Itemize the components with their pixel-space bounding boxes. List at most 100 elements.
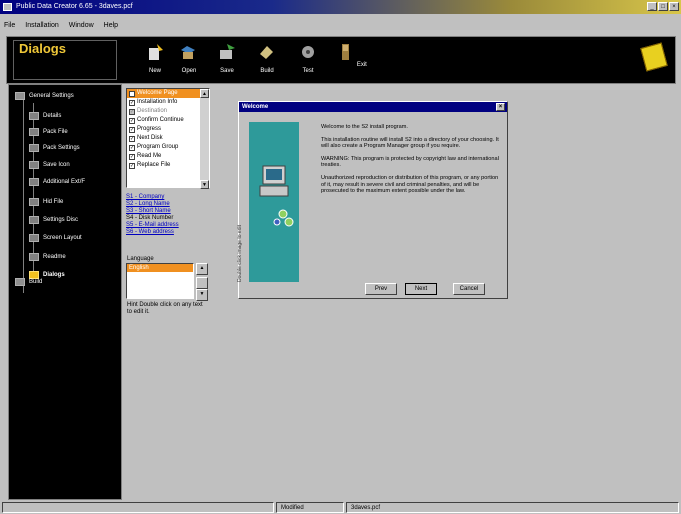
exit-label: Exit — [356, 62, 367, 68]
tree-label: Pack Settings — [43, 145, 80, 151]
cancel-button[interactable]: Cancel — [453, 283, 485, 295]
tree-item-readme[interactable]: Readme — [29, 252, 66, 262]
save-label: Save — [220, 68, 234, 74]
language-list[interactable]: English — [126, 263, 194, 299]
menu-file[interactable]: File — [4, 22, 15, 29]
list-item-label: Welcome Page — [137, 90, 178, 96]
checkbox[interactable]: ✓ — [129, 162, 135, 169]
settings-tree: General Settings Details Pack File Pack … — [8, 84, 122, 500]
build-button[interactable]: Build — [251, 40, 283, 80]
tree-item-hid-file[interactable]: Hid File — [29, 197, 63, 207]
list-item[interactable]: ✓ Installation Info — [127, 98, 209, 107]
checkbox[interactable]: ✓ — [129, 117, 135, 124]
section-title: Dialogs — [19, 41, 66, 56]
page-icon — [29, 198, 39, 206]
list-item[interactable]: ✓ Replace File — [127, 161, 209, 170]
status-pane-main — [2, 502, 274, 513]
checkbox[interactable]: ✓ — [129, 99, 135, 106]
page-icon — [29, 112, 39, 120]
status-file: 3daves.pcf — [346, 502, 679, 513]
tree-item-additional[interactable]: Additional Ext/F — [29, 177, 85, 187]
dialog-preview: Welcome × Double click image to edit Wel… — [237, 101, 508, 299]
welcome-paragraph: Welcome to the S2 install program. — [321, 124, 408, 130]
menu-window[interactable]: Window — [69, 22, 94, 29]
new-icon — [149, 44, 163, 60]
maximize-button[interactable]: □ — [658, 2, 668, 11]
legal-paragraph: Unauthorized reproduction or distributio… — [321, 174, 499, 195]
checkbox[interactable]: ✓ — [129, 144, 135, 151]
field-link-company[interactable]: S1 - Company — [126, 194, 210, 201]
open-label: Open — [181, 68, 197, 74]
hint-text: Hint Double click on any text to edit it… — [127, 302, 203, 315]
folder-icon — [15, 278, 25, 286]
exit-button[interactable]: Exit — [335, 40, 367, 80]
list-scrollbar[interactable]: ▲ ▼ — [200, 89, 209, 189]
list-item-label: Read Me — [137, 153, 162, 159]
list-item[interactable]: ✓ Progress — [127, 125, 209, 134]
list-item-label: Confirm Continue — [137, 117, 184, 123]
field-link-web[interactable]: S6 - Web address — [126, 229, 210, 236]
checkbox[interactable]: ✓ — [129, 135, 135, 142]
list-item[interactable]: ✓ Destination — [127, 107, 209, 116]
tree-label: Hid File — [43, 199, 64, 205]
field-link-long-name[interactable]: S2 - Long Name — [126, 201, 210, 208]
exit-icon — [342, 44, 350, 60]
close-button[interactable]: × — [669, 2, 679, 11]
dialog-list[interactable]: ✓ Welcome Page ✓ Installation Info ✓ Destin… — [126, 88, 210, 189]
new-button[interactable]: New — [139, 40, 171, 80]
list-item-label: Destination — [137, 108, 168, 114]
tree-item-details[interactable]: Details — [29, 111, 61, 121]
field-link-email[interactable]: S5 - E-Mail address — [126, 222, 210, 229]
language-label: Language — [127, 256, 154, 262]
list-item[interactable]: ✓ Welcome Page — [127, 89, 209, 98]
field-link-short-name[interactable]: S3 - Short Name — [126, 208, 210, 215]
close-icon[interactable]: × — [496, 103, 505, 111]
tree-item-screen-layout[interactable]: Screen Layout — [29, 233, 82, 243]
tree-root-label: General Settings — [29, 93, 74, 99]
menu-help[interactable]: Help — [104, 22, 118, 29]
tree-item-settings-disc[interactable]: Settings Disc — [29, 215, 78, 225]
status-bar: Modified 3daves.pcf — [0, 500, 681, 514]
list-item-label: Installation Info — [137, 99, 178, 105]
list-item[interactable]: ✓ Confirm Continue — [127, 116, 209, 125]
scroll-down-icon[interactable]: ▼ — [196, 289, 208, 301]
scroll-up-icon[interactable]: ▲ — [200, 89, 209, 98]
field-disk-number: S4 - Disk Number — [126, 215, 174, 221]
app-icon — [3, 3, 12, 11]
build-label: Build — [260, 68, 274, 74]
minimize-button[interactable]: _ — [647, 2, 657, 11]
scroll-down-icon[interactable]: ▼ — [200, 180, 209, 189]
tree-label: Additional Ext/F — [43, 179, 86, 185]
scroll-up-icon[interactable]: ▲ — [196, 263, 208, 275]
language-scrollbar[interactable]: ▲ ▼ — [196, 263, 208, 301]
menu-installation[interactable]: Installation — [25, 22, 58, 29]
image-edit-hint: Double click image to edit — [237, 225, 243, 282]
open-icon — [181, 46, 195, 59]
scroll-thumb[interactable] — [196, 277, 208, 289]
test-icon — [302, 46, 314, 58]
welcome-text[interactable]: Welcome to the S2 install program. This … — [321, 124, 499, 201]
save-icon — [220, 44, 235, 59]
checkbox[interactable]: ✓ — [129, 90, 135, 97]
prev-button[interactable]: Prev — [365, 283, 397, 295]
tree-item-save-icon[interactable]: Save Icon — [29, 160, 70, 170]
language-option[interactable]: English — [127, 264, 193, 272]
list-item[interactable]: ✓ Program Group — [127, 143, 209, 152]
tree-item-pack-file[interactable]: Pack File — [29, 127, 68, 137]
checkbox[interactable]: ✓ — [129, 108, 135, 115]
tree-label: Details — [43, 113, 62, 119]
preview-titlebar: Welcome × — [239, 102, 507, 112]
tree-root[interactable]: General Settings — [15, 91, 74, 101]
save-button[interactable]: Save — [211, 40, 243, 80]
checkbox[interactable]: ✓ — [129, 153, 135, 160]
welcome-image[interactable]: Double click image to edit — [237, 122, 299, 282]
checkbox[interactable]: ✓ — [129, 126, 135, 133]
open-button[interactable]: Open — [173, 40, 205, 80]
list-item[interactable]: ✓ Read Me — [127, 152, 209, 161]
list-item[interactable]: ✓ Next Disk — [127, 134, 209, 143]
tree-label: Save Icon — [43, 162, 70, 168]
tree-item-pack-settings[interactable]: Pack Settings — [29, 143, 80, 153]
next-button[interactable]: Next — [405, 283, 437, 295]
tree-item-build[interactable]: Build — [15, 277, 42, 287]
test-button[interactable]: Test — [292, 40, 324, 80]
